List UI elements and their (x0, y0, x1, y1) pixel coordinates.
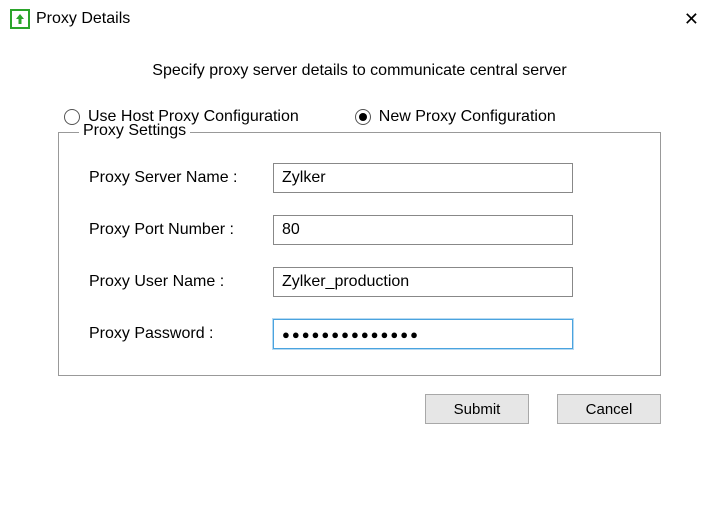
label-port: Proxy Port Number : (83, 221, 273, 239)
row-port: Proxy Port Number : (83, 215, 636, 245)
radio-label: New Proxy Configuration (379, 108, 556, 126)
radio-icon (355, 109, 371, 125)
input-port[interactable] (273, 215, 573, 245)
upload-icon (10, 9, 30, 29)
button-row: Submit Cancel (58, 394, 661, 424)
input-server-name[interactable] (273, 163, 573, 193)
label-password: Proxy Password : (83, 325, 273, 343)
close-icon[interactable]: ✕ (678, 8, 705, 30)
instruction-text: Specify proxy server details to communic… (58, 62, 661, 80)
radio-new-proxy[interactable]: New Proxy Configuration (355, 108, 556, 126)
label-user-name: Proxy User Name : (83, 273, 273, 291)
label-server-name: Proxy Server Name : (83, 169, 273, 187)
input-password[interactable]: ●●●●●●●●●●●●●● (273, 319, 573, 349)
row-server-name: Proxy Server Name : (83, 163, 636, 193)
cancel-button[interactable]: Cancel (557, 394, 661, 424)
fieldset-legend: Proxy Settings (79, 122, 190, 140)
row-user-name: Proxy User Name : (83, 267, 636, 297)
radio-icon (64, 109, 80, 125)
title-bar: Proxy Details ✕ (0, 0, 719, 38)
submit-button[interactable]: Submit (425, 394, 529, 424)
window-title: Proxy Details (36, 10, 130, 28)
proxy-settings-fieldset: Proxy Settings Proxy Server Name : Proxy… (58, 132, 661, 376)
input-user-name[interactable] (273, 267, 573, 297)
row-password: Proxy Password : ●●●●●●●●●●●●●● (83, 319, 636, 349)
